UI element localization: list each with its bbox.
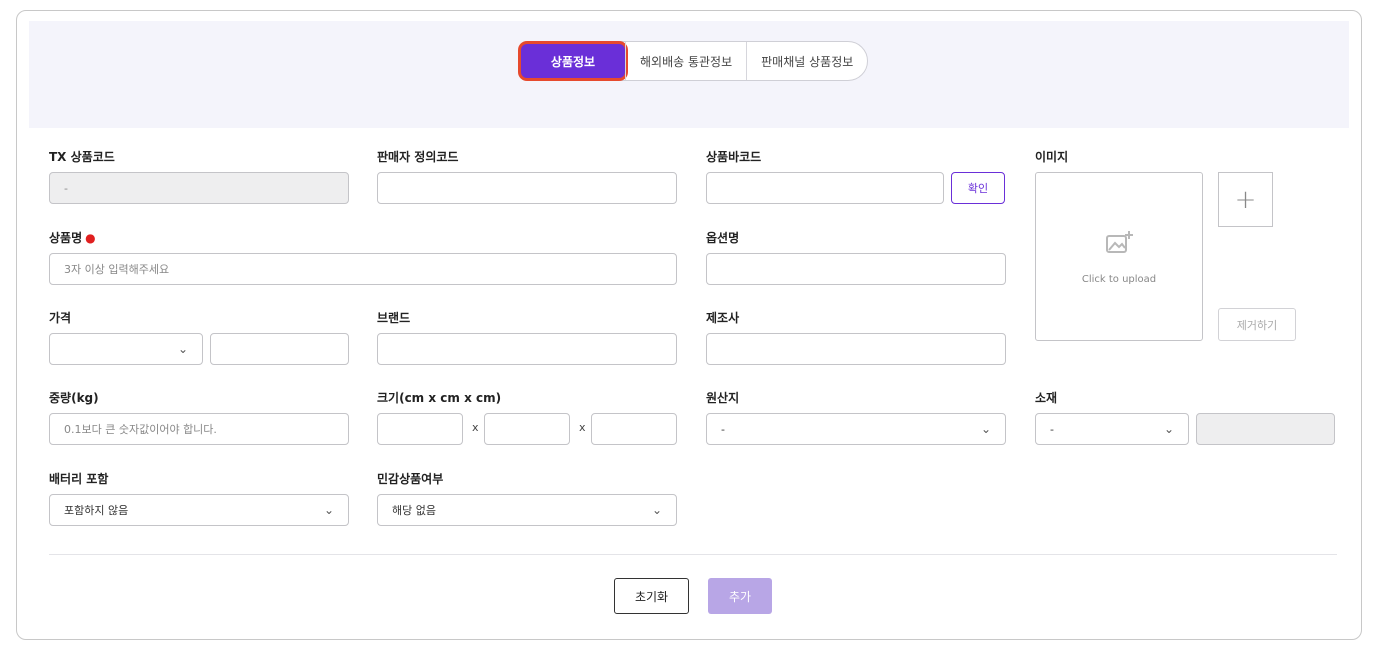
size-label: 크기(cm x cm x cm) — [377, 391, 502, 405]
weight-input[interactable]: 0.1보다 큰 숫자값이어야 합니다. — [49, 413, 349, 445]
tab-channel-info[interactable]: 판매채널 상품정보 — [746, 42, 867, 80]
origin-value: - — [721, 422, 725, 436]
size-height-input[interactable] — [591, 413, 677, 445]
divider — [49, 554, 1337, 555]
chevron-down-icon: ⌄ — [980, 422, 991, 436]
battery-value: 포함하지 않음 — [64, 504, 129, 517]
required-mark: ● — [85, 231, 96, 245]
tx-code-field: - — [49, 172, 349, 204]
tab-band: 상품정보 해외배송 통관정보 판매채널 상품정보 — [29, 21, 1349, 128]
chevron-down-icon: ⌄ — [651, 503, 662, 517]
option-name-input[interactable] — [706, 253, 1006, 285]
size-separator: x — [579, 421, 586, 434]
remove-image-button[interactable]: 제거하기 — [1218, 308, 1296, 341]
brand-label: 브랜드 — [377, 311, 411, 325]
tx-code-label: TX 상품코드 — [49, 150, 115, 164]
manufacturer-input[interactable] — [706, 333, 1006, 365]
chevron-down-icon: ⌄ — [177, 342, 188, 356]
battery-label: 배터리 포함 — [49, 472, 109, 486]
seller-code-input[interactable] — [377, 172, 677, 204]
material-label: 소재 — [1035, 391, 1058, 405]
currency-select[interactable]: ⌄ — [49, 333, 203, 365]
tab-group: 상품정보 해외배송 통관정보 판매채널 상품정보 — [518, 41, 869, 81]
chevron-down-icon: ⌄ — [323, 503, 334, 517]
battery-select[interactable]: 포함하지 않음 ⌄ — [49, 494, 349, 526]
weight-label: 중량(kg) — [49, 391, 99, 405]
chevron-down-icon: ⌄ — [1163, 422, 1174, 436]
material-select[interactable]: - ⌄ — [1035, 413, 1189, 445]
size-separator: x — [472, 421, 479, 434]
barcode-input[interactable] — [706, 172, 944, 204]
origin-select[interactable]: - ⌄ — [706, 413, 1006, 445]
option-name-label: 옵션명 — [706, 231, 740, 245]
seller-code-label: 판매자 정의코드 — [377, 150, 459, 164]
add-button[interactable]: 추가 — [708, 578, 772, 614]
add-image-button[interactable]: + — [1218, 172, 1273, 227]
price-label: 가격 — [49, 311, 72, 325]
size-length-input[interactable] — [377, 413, 463, 445]
material-value: - — [1050, 422, 1054, 436]
product-name-label: 상품명 ● — [49, 229, 96, 246]
tab-customs-info[interactable]: 해외배송 통관정보 — [625, 42, 746, 80]
manufacturer-label: 제조사 — [706, 311, 740, 325]
tab-product-info[interactable]: 상품정보 — [521, 44, 625, 78]
size-width-input[interactable] — [484, 413, 570, 445]
origin-label: 원산지 — [706, 391, 740, 405]
barcode-confirm-button[interactable]: 확인 — [951, 172, 1005, 204]
image-upload-area[interactable]: Click to upload — [1035, 172, 1203, 341]
sensitive-select[interactable]: 해당 없음 ⌄ — [377, 494, 677, 526]
sensitive-label: 민감상품여부 — [377, 472, 444, 486]
product-name-label-text: 상품명 — [49, 231, 83, 245]
price-input[interactable] — [210, 333, 349, 365]
material-detail-field — [1196, 413, 1335, 445]
product-form-card: 상품정보 해외배송 통관정보 판매채널 상품정보 TX 상품코드 - 판매자 정… — [16, 10, 1362, 640]
sensitive-value: 해당 없음 — [392, 504, 436, 517]
upload-text: Click to upload — [1081, 274, 1157, 285]
product-name-input[interactable]: 3자 이상 입력해주세요 — [49, 253, 677, 285]
brand-input[interactable] — [377, 333, 677, 365]
barcode-label: 상품바코드 — [706, 150, 762, 164]
reset-button[interactable]: 초기화 — [614, 578, 689, 614]
image-add-icon — [1104, 228, 1134, 264]
image-label: 이미지 — [1035, 150, 1069, 164]
